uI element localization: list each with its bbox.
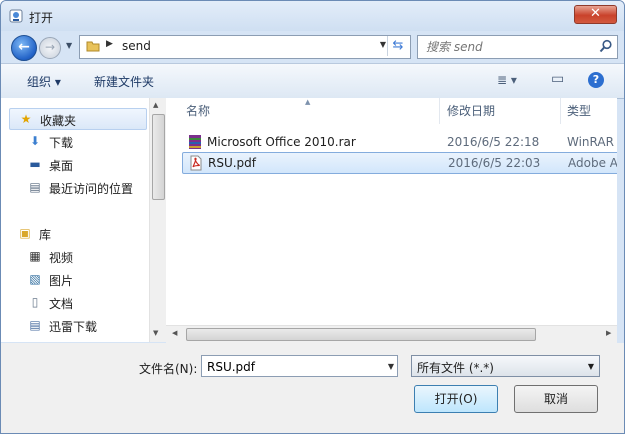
column-header-name[interactable]: 名称 ▲ xyxy=(180,98,440,124)
preview-pane-icon[interactable]: ▭ xyxy=(551,71,564,87)
back-button[interactable]: ← xyxy=(11,35,37,61)
video-icon: ▦ xyxy=(29,249,41,263)
help-button[interactable]: ? xyxy=(588,72,604,88)
nav-item-label: 下载 xyxy=(49,136,74,150)
file-date: 2016/6/5 22:03 xyxy=(448,156,541,170)
column-date-label: 修改日期 xyxy=(447,104,496,118)
cancel-button[interactable]: 取消 xyxy=(514,385,598,413)
view-options-icon[interactable]: ≣ ▾ xyxy=(497,73,517,87)
nav-favorites-label: 收藏夹 xyxy=(40,114,77,128)
file-list: 名称 ▲ 修改日期 类型 Microsoft Office 2010.rar 2… xyxy=(166,98,617,342)
pdf-icon xyxy=(190,155,202,171)
file-type: Adobe A xyxy=(568,156,617,170)
file-name: Microsoft Office 2010.rar xyxy=(207,135,356,149)
scroll-right-icon[interactable]: ▶ xyxy=(606,329,611,337)
address-row: ← → ▼ ▶ send ▼ ⇆ xyxy=(1,31,624,63)
filename-combobox[interactable]: ▼ xyxy=(201,355,398,377)
address-dropdown-icon[interactable]: ▼ xyxy=(380,40,386,49)
search-icon[interactable] xyxy=(599,39,613,53)
file-name: RSU.pdf xyxy=(208,156,257,170)
filename-input[interactable] xyxy=(205,358,379,376)
nav-item-label: 图片 xyxy=(49,274,74,288)
documents-icon: ▯ xyxy=(31,295,39,309)
nav-libraries[interactable]: ▣ 库 xyxy=(9,223,145,243)
column-header-type[interactable]: 类型 xyxy=(561,98,617,124)
filename-dropdown-icon[interactable]: ▼ xyxy=(388,362,394,371)
sort-asc-icon: ▲ xyxy=(305,98,311,106)
new-folder-button[interactable]: 新建文件夹 xyxy=(94,73,154,90)
folder-icon xyxy=(86,41,100,52)
breadcrumb-send[interactable]: send xyxy=(122,39,151,53)
dialog-app-icon xyxy=(9,9,23,23)
nav-item-documents[interactable]: ▯ 文档 xyxy=(9,292,145,312)
filetype-select[interactable]: 所有文件 (*.*) ▼ xyxy=(411,355,600,377)
nav-favorites[interactable]: ★ 收藏夹 xyxy=(9,108,147,130)
close-button[interactable]: ✕ xyxy=(574,5,617,24)
file-type: WinRAR xyxy=(567,135,614,149)
star-icon: ★ xyxy=(20,112,32,126)
folder-icon: ▤ xyxy=(29,318,41,332)
refresh-button[interactable]: ⇆ xyxy=(387,36,408,56)
nav-item-pictures[interactable]: ▧ 图片 xyxy=(9,269,145,289)
command-toolbar: 组织 ▾ 新建文件夹 ≣ ▾ ▭ ? xyxy=(1,63,624,99)
nav-item-downloads[interactable]: ⬇ 下载 xyxy=(9,131,145,151)
nav-item-label: 最近访问的位置 xyxy=(49,182,134,196)
recent-places-icon: ▤ xyxy=(29,180,41,194)
nav-item-videos[interactable]: ▦ 视频 xyxy=(9,246,145,266)
column-name-label: 名称 xyxy=(186,104,211,118)
nav-item-label: 视频 xyxy=(49,251,74,265)
filename-label: 文件名(N): xyxy=(139,362,198,376)
filetype-value: 所有文件 (*.*) xyxy=(417,361,494,375)
scroll-down-icon[interactable]: ▼ xyxy=(153,329,158,337)
forward-button[interactable]: → xyxy=(39,37,61,59)
nav-item-desktop[interactable]: ▬ 桌面 xyxy=(9,154,145,174)
history-dropdown-icon[interactable]: ▼ xyxy=(66,41,72,50)
file-date: 2016/6/5 22:18 xyxy=(447,135,540,149)
scroll-up-icon[interactable]: ▲ xyxy=(153,101,158,109)
file-row-selected[interactable]: RSU.pdf 2016/6/5 22:03 Adobe A xyxy=(182,152,617,174)
breadcrumb-separator-icon[interactable]: ▶ xyxy=(106,39,113,49)
nav-item-label: 迅雷下载 xyxy=(49,320,98,334)
address-bar[interactable]: ▶ send ▼ ⇆ xyxy=(79,35,411,59)
nav-item-thunder-downloads[interactable]: ▤ 迅雷下载 xyxy=(9,315,145,335)
desktop-icon: ▬ xyxy=(29,157,41,171)
nav-scrollbar[interactable]: ▲ ▼ xyxy=(149,98,166,342)
hscroll-thumb[interactable] xyxy=(186,328,536,341)
nav-item-label: 文档 xyxy=(49,297,74,311)
scroll-left-icon[interactable]: ◀ xyxy=(172,329,177,337)
filetype-dropdown-icon: ▼ xyxy=(587,362,594,371)
search-box[interactable] xyxy=(417,35,618,59)
nav-item-label: 桌面 xyxy=(49,159,74,173)
organize-button[interactable]: 组织 ▾ xyxy=(27,73,61,90)
navigation-pane: ★ 收藏夹 ⬇ 下载 ▬ 桌面 ▤ 最近访问的位置 ▣ 库 ▦ 视频 ▧ 图片 … xyxy=(1,98,166,342)
file-row[interactable]: Microsoft Office 2010.rar 2016/6/5 22:18… xyxy=(182,132,617,152)
column-type-label: 类型 xyxy=(567,104,592,118)
nav-libraries-label: 库 xyxy=(39,228,52,242)
library-icon: ▣ xyxy=(19,226,31,240)
rar-archive-icon xyxy=(189,135,201,149)
open-file-dialog: 打开 ✕ ← → ▼ ▶ send ▼ ⇆ 组织 ▾ 新建文件夹 ≣ ▾ ▭ ?… xyxy=(0,0,625,434)
column-header-date[interactable]: 修改日期 xyxy=(441,98,561,124)
nav-item-recent-places[interactable]: ▤ 最近访问的位置 xyxy=(9,177,145,197)
dialog-footer: 文件名(N): ▼ 所有文件 (*.*) ▼ 打开(O) 取消 xyxy=(1,343,624,433)
open-button[interactable]: 打开(O) xyxy=(414,385,498,413)
download-folder-icon: ⬇ xyxy=(29,134,41,148)
search-input[interactable] xyxy=(424,38,598,56)
file-list-hscrollbar[interactable]: ◀ ▶ xyxy=(166,325,617,343)
window-title: 打开 xyxy=(29,11,54,25)
nav-scroll-thumb[interactable] xyxy=(152,114,165,200)
title-bar: 打开 ✕ xyxy=(1,1,624,31)
pictures-icon: ▧ xyxy=(29,272,41,286)
